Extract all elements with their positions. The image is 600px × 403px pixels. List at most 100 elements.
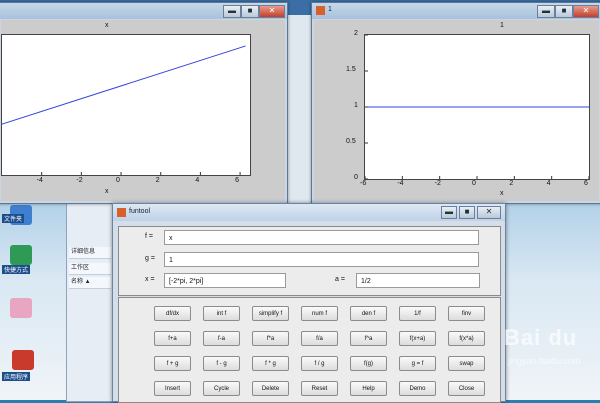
- close-icon: ✕: [485, 207, 493, 216]
- funtool-button[interactable]: f-a: [203, 331, 240, 346]
- matlab-figure-icon: [316, 6, 325, 15]
- funtool-button[interactable]: int f: [203, 306, 240, 321]
- f-label: f =: [145, 233, 153, 240]
- minimize-button[interactable]: ▬: [441, 206, 457, 219]
- line-plot-g: [364, 34, 590, 180]
- plot-title: x: [105, 22, 109, 29]
- funtool-title: funtool: [129, 208, 151, 215]
- watermark-logo: Bai du: [504, 325, 578, 350]
- funtool-button[interactable]: f - g: [203, 356, 240, 371]
- x-axis-label: x: [105, 188, 109, 195]
- figure-window-f: ▬ ■ ✕ x -4 -2 0 2 4 6 x: [0, 2, 288, 204]
- x-tick-label: 4: [546, 180, 551, 187]
- x-axis-label: x: [500, 190, 504, 197]
- funtool-button[interactable]: Close: [448, 381, 485, 396]
- funtool-button[interactable]: f(x+a): [399, 331, 436, 346]
- funtool-button[interactable]: f * g: [252, 356, 289, 371]
- funtool-button[interactable]: df/dx: [154, 306, 191, 321]
- funtool-button[interactable]: f(g): [350, 356, 387, 371]
- funtool-button[interactable]: Help: [350, 381, 387, 396]
- close-icon: ✕: [268, 6, 276, 15]
- x-tick-label: 0: [116, 177, 120, 184]
- matlab-workspace-panel: 详细信息 工作区 名称 ▲: [66, 200, 116, 402]
- funtool-button[interactable]: Delete: [252, 381, 289, 396]
- side-row-name-header[interactable]: 名称 ▲: [69, 277, 111, 289]
- side-row-label: 工作区: [71, 265, 90, 271]
- flower-icon: [10, 298, 32, 318]
- funtool-button[interactable]: Cycle: [203, 381, 240, 396]
- minimize-icon: ▬: [445, 207, 453, 216]
- funtool-button[interactable]: f/a: [301, 331, 338, 346]
- funtool-button[interactable]: Insert: [154, 381, 191, 396]
- maximize-icon: ■: [561, 6, 567, 15]
- watermark-url: jingyan.baidu.com: [508, 356, 581, 366]
- close-button[interactable]: ✕: [477, 206, 501, 219]
- y-tick-label: 1.5: [346, 66, 356, 73]
- a-input[interactable]: 1/2: [356, 273, 480, 288]
- x-tick-label: -2: [76, 177, 83, 184]
- figure-canvas: x -4 -2 0 2 4 6 x: [0, 20, 285, 201]
- desktop-icon-label: 文件夹: [2, 214, 25, 223]
- funtool-button[interactable]: simplify f: [252, 306, 289, 321]
- funtool-titlebar: funtool ▬ ■ ✕: [113, 204, 505, 221]
- plot-axes[interactable]: [364, 34, 590, 180]
- funtool-button[interactable]: swap: [448, 356, 485, 371]
- x-tick-label: 4: [195, 177, 200, 184]
- maximize-icon: ■: [247, 6, 253, 15]
- maximize-button[interactable]: ■: [555, 5, 573, 18]
- minimize-icon: ▬: [228, 6, 236, 15]
- funtool-window: funtool ▬ ■ ✕ f = x g = 1 x = [-2*pi, 2*…: [112, 203, 506, 403]
- g-input[interactable]: 1: [164, 252, 479, 267]
- series-line: [0, 45, 246, 126]
- x-tick-label: -4: [397, 180, 404, 187]
- funtool-button[interactable]: f(x*a): [448, 331, 485, 346]
- side-row-details[interactable]: 详细信息: [69, 247, 111, 259]
- close-icon: ✕: [582, 6, 590, 15]
- minimize-icon: ▬: [542, 6, 550, 15]
- funtool-button[interactable]: Reset: [301, 381, 338, 396]
- funtool-button[interactable]: f^a: [350, 331, 387, 346]
- line-plot-f: [0, 45, 246, 175]
- figure-title: 1: [328, 6, 332, 13]
- maximize-button[interactable]: ■: [241, 5, 259, 18]
- y-tick-label: 0.5: [346, 138, 356, 145]
- app-icon[interactable]: [12, 350, 34, 370]
- funtool-button[interactable]: 1/f: [399, 306, 436, 321]
- funtool-button[interactable]: den f: [350, 306, 387, 321]
- close-button[interactable]: ✕: [259, 5, 285, 18]
- maximize-icon: ■: [464, 207, 470, 216]
- shortcut-icon[interactable]: [10, 245, 32, 265]
- figure-titlebar: ▬ ■ ✕: [0, 3, 287, 19]
- x-tick-label: -4: [36, 177, 43, 184]
- x-range-input[interactable]: [-2*pi, 2*pi]: [164, 273, 286, 288]
- x-tick-label: 0: [472, 180, 476, 187]
- desktop-icon-label: 快捷方式: [2, 265, 31, 274]
- plot-axes[interactable]: [0, 34, 251, 176]
- funtool-button[interactable]: g = f: [399, 356, 436, 371]
- g-label: g =: [145, 255, 155, 262]
- funtool-button[interactable]: f*a: [252, 331, 289, 346]
- matlab-figure-icon: [117, 208, 126, 217]
- maximize-button[interactable]: ■: [459, 206, 475, 219]
- funtool-button[interactable]: f + g: [154, 356, 191, 371]
- minimize-button[interactable]: ▬: [537, 5, 555, 18]
- close-button[interactable]: ✕: [573, 5, 599, 18]
- x-range-label: x =: [145, 276, 155, 283]
- y-tick-label: 0: [354, 174, 358, 181]
- y-tick-label: 2: [354, 30, 358, 37]
- x-tick-label: -2: [434, 180, 441, 187]
- funtool-button-panel: df/dx int f simplify f num f den f 1/f finv f+a…: [118, 297, 501, 403]
- x-tick-label: -6: [360, 180, 367, 187]
- minimize-button[interactable]: ▬: [223, 5, 241, 18]
- plot-title: 1: [500, 22, 504, 29]
- funtool-button[interactable]: f / g: [301, 356, 338, 371]
- side-row-label: 详细信息: [71, 249, 96, 255]
- funtool-button[interactable]: finv: [448, 306, 485, 321]
- funtool-button[interactable]: num f: [301, 306, 338, 321]
- funtool-button[interactable]: f+a: [154, 331, 191, 346]
- side-row-workspace[interactable]: 工作区: [69, 263, 111, 275]
- f-input[interactable]: x: [164, 230, 479, 245]
- figure-canvas: 1 0 0.5 1 1.5 2 -6 -4 -2 0 2 4 6 x: [314, 20, 599, 201]
- funtool-button[interactable]: Demo: [399, 381, 436, 396]
- figure-titlebar: 1 ▬ ■ ✕: [312, 3, 600, 19]
